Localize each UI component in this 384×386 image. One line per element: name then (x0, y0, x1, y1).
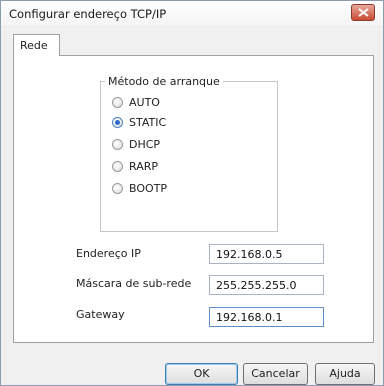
gateway-label: Gateway (76, 308, 125, 321)
help-button[interactable]: Ajuda (315, 363, 375, 385)
cancel-button[interactable]: Cancelar (243, 363, 308, 385)
radio-static[interactable]: STATIC (112, 114, 166, 130)
ip-address-label: Endereço IP (76, 247, 141, 260)
radio-button[interactable] (112, 138, 123, 150)
radio-rarp[interactable]: RARP (112, 158, 158, 174)
radio-button[interactable] (112, 96, 123, 108)
radio-button-selected[interactable] (112, 116, 123, 128)
close-button[interactable] (351, 4, 375, 21)
title-bar[interactable]: Configurar endereço TCP/IP (1, 1, 383, 25)
radio-label: DHCP (129, 137, 161, 151)
subnet-mask-label: Máscara de sub-rede (76, 277, 192, 290)
radio-label: BOOTP (129, 181, 168, 195)
radio-auto[interactable]: AUTO (112, 94, 160, 110)
radio-bootp[interactable]: BOOTP (112, 180, 167, 196)
window-title: Configurar endereço TCP/IP (9, 7, 167, 21)
tab-rede[interactable]: Rede (13, 34, 60, 56)
gateway-input[interactable]: 192.168.0.1 (209, 307, 324, 327)
ip-address-input[interactable]: 192.168.0.5 (209, 244, 324, 264)
ok-button[interactable]: OK (165, 363, 238, 385)
radio-label: AUTO (129, 95, 160, 109)
close-icon (358, 8, 369, 17)
radio-button[interactable] (112, 182, 123, 194)
radio-dhcp[interactable]: DHCP (112, 136, 160, 152)
tab-label: Rede (20, 39, 48, 52)
radio-label: RARP (129, 159, 158, 173)
boot-method-group-label: Método de arranque (105, 75, 223, 88)
radio-button[interactable] (112, 160, 123, 172)
dialog-window: Configurar endereço TCP/IP Rede Método d… (0, 0, 384, 386)
radio-label: STATIC (129, 115, 167, 129)
subnet-mask-input[interactable]: 255.255.255.0 (209, 275, 324, 295)
